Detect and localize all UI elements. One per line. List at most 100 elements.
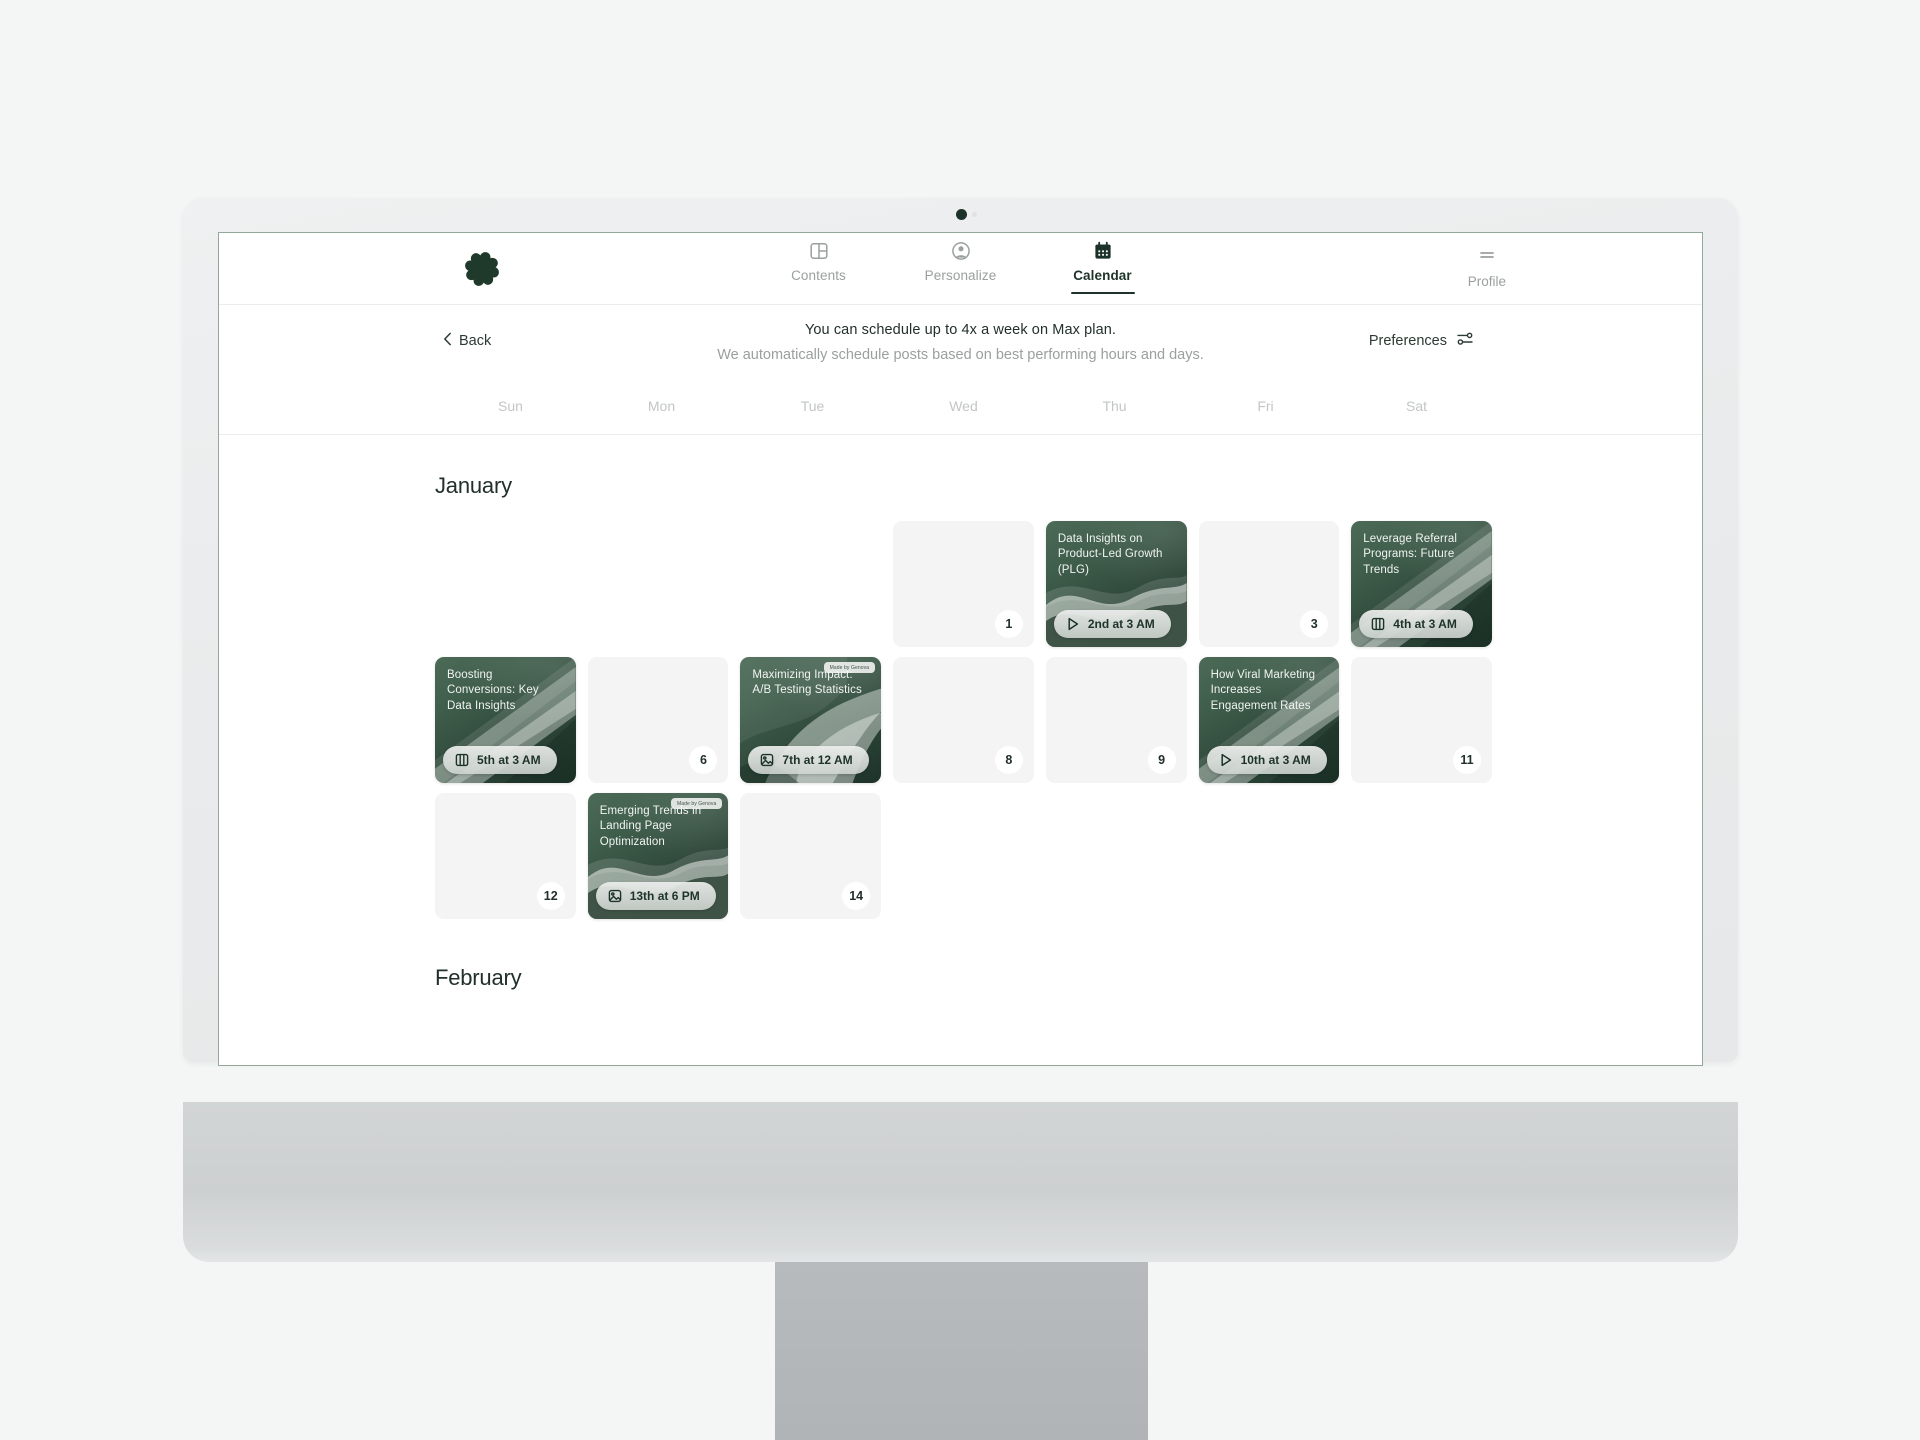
monitor-stand-neck (775, 1262, 1148, 1440)
day-number: 3 (1300, 610, 1329, 638)
nav-profile[interactable]: Profile (1468, 243, 1506, 289)
calendar-cell: Made by Genova Emerging Trends in Landing… (587, 793, 729, 919)
calendar-cell-blank (740, 521, 881, 647)
top-navigation-bar: Contents Personalize Calendar Profile (219, 233, 1702, 305)
empty-day-card[interactable]: 12 (435, 793, 576, 919)
month-title-january: January (435, 473, 512, 498)
made-by-badge: Made by Genova (670, 798, 723, 809)
day-number: 11 (1452, 746, 1481, 774)
calendar-cell: Data Insights on Product-Led Growth (PLG… (1045, 521, 1187, 647)
schedule-time-pill[interactable]: 2nd at 3 AM (1053, 610, 1171, 638)
scheduled-post-card[interactable]: Leverage Referral Programs: Future Trend… (1351, 521, 1492, 647)
nav-tab-contents-label: Contents (791, 268, 846, 283)
scheduled-post-card[interactable]: Boosting Conversions: Key Data Insights 5… (435, 657, 576, 783)
swirl-logo-icon (465, 252, 499, 286)
calendar-cell: Leverage Referral Programs: Future Trend… (1351, 521, 1492, 647)
schedule-info-line2: We automatically schedule posts based on… (717, 346, 1204, 363)
nav-tab-contents[interactable]: Contents (775, 239, 863, 293)
schedule-info-line1: You can schedule up to 4x a week on Max … (804, 321, 1117, 338)
menu-lines-icon (1476, 243, 1498, 267)
nav-tab-calendar-label: Calendar (1073, 268, 1132, 283)
webcam-dot (956, 209, 977, 220)
schedule-time-pill[interactable]: 7th at 12 AM (748, 746, 869, 774)
primary-nav: Contents Personalize Calendar (775, 239, 1147, 294)
calendar-cell: 9 (1045, 657, 1187, 783)
nav-profile-label: Profile (1467, 274, 1506, 289)
schedule-time-label: 2nd at 3 AM (1087, 617, 1155, 631)
schedule-time-pill[interactable]: 10th at 3 AM (1206, 746, 1327, 774)
play-icon (1065, 616, 1081, 632)
schedule-time-label: 4th at 3 AM (1393, 617, 1457, 631)
play-icon (1218, 752, 1234, 768)
empty-day-card[interactable]: 6 (587, 657, 729, 783)
empty-day-card[interactable]: 9 (1045, 657, 1187, 783)
empty-day-card[interactable]: 14 (740, 793, 882, 919)
weekday-fri: Fri (1257, 397, 1274, 414)
schedule-time-label: 5th at 3 AM (477, 753, 541, 767)
post-title: How Viral Marketing Increases Engagement… (1210, 669, 1316, 712)
calendar-cell: 3 (1198, 521, 1340, 647)
scheduled-post-card[interactable]: How Viral Marketing Increases Engagement… (1198, 657, 1340, 783)
app-screen: Contents Personalize Calendar Profile Ba… (218, 232, 1703, 1066)
calendar-cell: Boosting Conversions: Key Data Insights 5… (435, 657, 576, 783)
weekday-thu: Thu (1102, 397, 1127, 414)
made-by-badge: Made by Genova (823, 662, 876, 673)
carousel-icon (454, 752, 470, 768)
weekday-mon: Mon (647, 397, 676, 414)
back-button[interactable]: Back (443, 332, 491, 350)
day-number: 14 (842, 882, 871, 910)
schedule-time-pill[interactable]: 5th at 3 AM (443, 746, 557, 774)
day-number: 1 (994, 610, 1023, 638)
schedule-time-pill[interactable]: 13th at 6 PM (595, 882, 716, 910)
weekday-sat: Sat (1405, 397, 1427, 414)
monitor-chin (183, 1102, 1738, 1262)
weekday-sun: Sun (498, 397, 523, 414)
calendar-cell: 8 (893, 657, 1034, 783)
empty-day-card[interactable]: 8 (893, 657, 1034, 783)
nav-tab-personalize-label: Personalize (924, 268, 997, 283)
calendar-cell: 6 (587, 657, 729, 783)
day-number: 12 (536, 882, 565, 910)
post-title: Emerging Trends in Landing Page Optimiza… (599, 805, 702, 848)
post-title: Data Insights on Product-Led Growth (PLG… (1057, 533, 1163, 576)
calendar-icon (1093, 239, 1113, 263)
day-number: 8 (994, 746, 1023, 774)
screenshot-root: Contents Personalize Calendar Profile Ba… (0, 0, 1920, 1440)
calendar-cell: 1 (893, 521, 1034, 647)
scheduled-post-card[interactable]: Made by Genova Maximizing Impact: A/B Tes… (740, 657, 882, 783)
weekday-header-row: Sun Mon Tue Wed Thu Fri Sat (219, 377, 1702, 435)
image-icon (759, 752, 775, 768)
carousel-icon (1370, 616, 1386, 632)
empty-day-card[interactable]: 1 (893, 521, 1034, 647)
preferences-button[interactable]: Preferences (1369, 330, 1474, 352)
day-number: 6 (689, 746, 718, 774)
scheduled-post-card[interactable]: Data Insights on Product-Led Growth (PLG… (1045, 521, 1187, 647)
calendar-cell-blank (435, 521, 576, 647)
schedule-info-copy: You can schedule up to 4x a week on Max … (717, 322, 1204, 363)
layout-panel-icon (809, 239, 829, 263)
weekday-tue: Tue (800, 397, 825, 414)
schedule-time-label: 13th at 6 PM (629, 889, 700, 903)
app-logo[interactable] (460, 247, 504, 291)
user-circle-icon (951, 239, 971, 263)
calendar-cell: 14 (740, 793, 882, 919)
chevron-left-icon (443, 332, 452, 350)
empty-day-card[interactable]: 3 (1198, 521, 1340, 647)
empty-day-card[interactable]: 11 (1351, 657, 1492, 783)
post-title: Boosting Conversions: Key Data Insights (447, 669, 539, 712)
back-button-label: Back (459, 333, 492, 349)
calendar-cell: Made by Genova Maximizing Impact: A/B Tes… (740, 657, 882, 783)
calendar-cell: 12 (435, 793, 576, 919)
preferences-label: Preferences (1368, 333, 1447, 349)
calendar-cell: How Viral Marketing Increases Engagement… (1198, 657, 1340, 783)
calendar-cell-blank (588, 521, 729, 647)
calendar-subheader: Back You can schedule up to 4x a week on… (219, 305, 1702, 377)
image-icon (607, 888, 623, 904)
scheduled-post-card[interactable]: Made by Genova Emerging Trends in Landing… (587, 793, 729, 919)
month-title-february: February (435, 965, 522, 990)
schedule-time-label: 10th at 3 AM (1240, 753, 1311, 767)
nav-tab-personalize[interactable]: Personalize (917, 239, 1005, 293)
nav-tab-calendar[interactable]: Calendar (1059, 239, 1147, 294)
schedule-time-pill[interactable]: 4th at 3 AM (1359, 610, 1473, 638)
calendar-cell: 11 (1351, 657, 1492, 783)
